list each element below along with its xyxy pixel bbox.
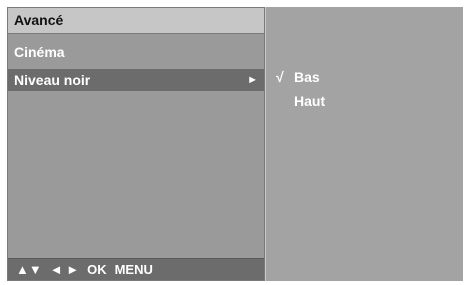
submenu-arrow-icon: ►	[247, 74, 258, 86]
footer-hints: ▲▼ ◄ ► OK MENU	[16, 262, 153, 277]
menu-item-niveau-noir[interactable]: Niveau noir ►	[8, 69, 264, 91]
option-bas[interactable]: √ Bas	[276, 69, 320, 85]
submenu-panel: √ Bas Haut	[265, 7, 463, 281]
menu-item-cinema[interactable]: Cinéma	[8, 41, 264, 63]
menu-panel: Avancé Cinéma Niveau noir ► ▲▼ ◄ ► OK MENU	[7, 7, 265, 281]
ok-hint: OK	[87, 262, 107, 277]
option-haut[interactable]: Haut	[276, 93, 325, 109]
menu-title-bar: Avancé	[8, 8, 264, 34]
menu-hint: MENU	[114, 262, 153, 277]
osd-frame: Avancé Cinéma Niveau noir ► ▲▼ ◄ ► OK MENU …	[7, 7, 463, 281]
checkmark-icon: √	[276, 69, 284, 85]
menu-item-label: Cinéma	[14, 44, 65, 60]
menu-item-label: Niveau noir	[14, 72, 91, 88]
up-down-arrows-icon: ▲▼	[16, 262, 42, 277]
left-right-arrows-icon: ◄ ►	[49, 262, 80, 277]
option-label: Bas	[294, 69, 320, 85]
option-label: Haut	[294, 93, 326, 109]
menu-title: Avancé	[14, 12, 64, 28]
footer-nav-bar: ▲▼ ◄ ► OK MENU	[8, 258, 264, 280]
